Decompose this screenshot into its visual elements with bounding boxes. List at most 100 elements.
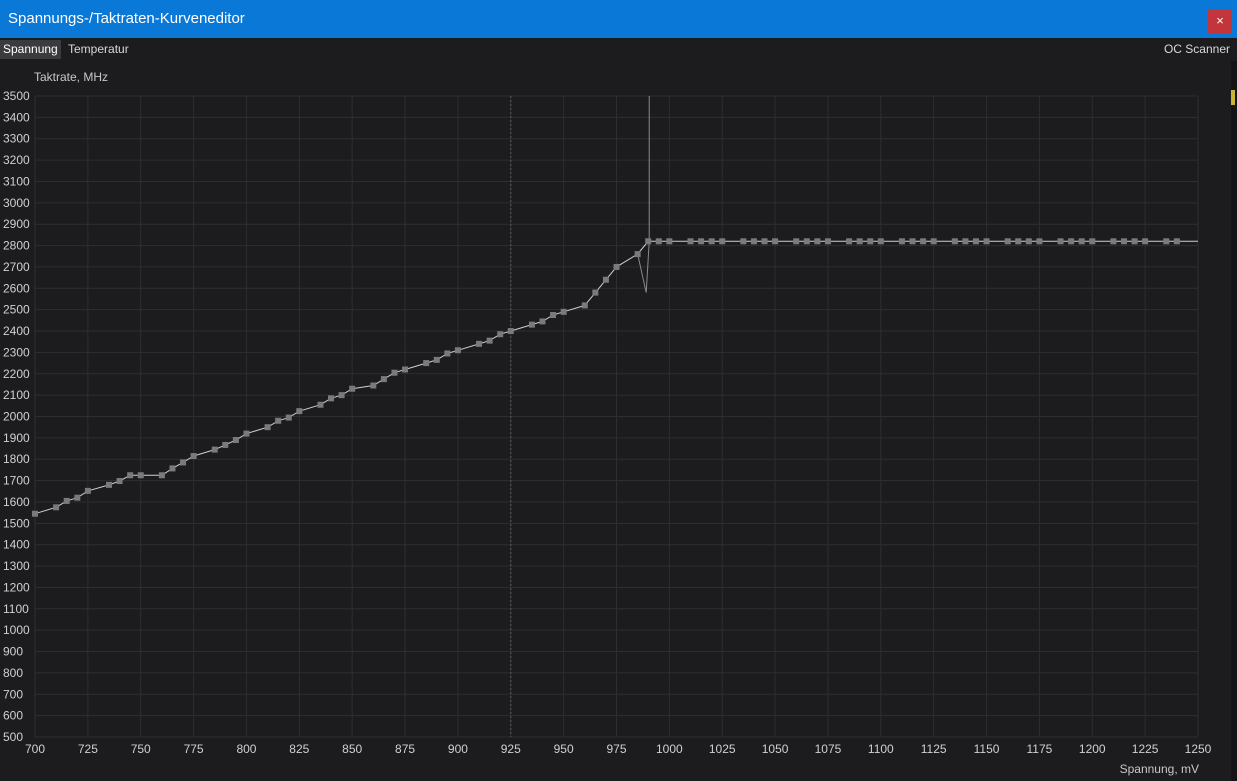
x-tick-label: 925 (501, 742, 521, 756)
curve-point (708, 238, 715, 245)
curve-point (824, 238, 831, 245)
curve-point (180, 459, 187, 466)
curve-point (803, 238, 810, 245)
curve-point (391, 369, 398, 376)
curve-point (454, 347, 461, 354)
y-tick-labels: 500 600 700 800 900 1000 1100 1200 1300 1400 1500 1… (3, 89, 30, 744)
y-tick-label: 1800 (3, 452, 30, 466)
x-tick-label: 800 (236, 742, 256, 756)
y-tick-label: 700 (3, 687, 23, 701)
curve-point (169, 465, 176, 472)
curve-point (1173, 238, 1180, 245)
curve-point (920, 238, 927, 245)
curve-point (951, 238, 958, 245)
curve-point (74, 494, 81, 501)
curve-point (264, 424, 271, 431)
x-tick-label: 825 (289, 742, 309, 756)
y-tick-label: 3200 (3, 153, 30, 167)
curve-point (32, 510, 38, 517)
y-tick-label: 1400 (3, 538, 30, 552)
curve-point (296, 408, 303, 415)
curve-point (750, 238, 757, 245)
curve-point (645, 238, 652, 245)
y-tick-label: 3300 (3, 132, 30, 146)
curve-point (550, 312, 557, 319)
curve-point (634, 251, 641, 258)
curve-point (317, 401, 324, 408)
curve-point (602, 276, 609, 283)
curve-point (1110, 238, 1117, 245)
chart-grid (34, 95, 1199, 738)
curve-point (328, 395, 335, 402)
curve-point (1142, 238, 1149, 245)
y-tick-label: 3400 (3, 110, 30, 124)
curve-chart[interactable]: 500 600 700 800 900 1000 1100 1200 1300 1400 1500 1… (0, 0, 1237, 781)
curve-point (983, 238, 990, 245)
curve-point (1131, 238, 1138, 245)
curve-point (476, 340, 483, 347)
curve-point (423, 360, 430, 367)
y-tick-label: 2400 (3, 324, 30, 338)
x-tick-label: 950 (554, 742, 574, 756)
curve-point (740, 238, 747, 245)
y-tick-label: 1600 (3, 495, 30, 509)
curve-point (370, 382, 377, 389)
curve-point (1015, 238, 1022, 245)
curve-point (592, 289, 599, 296)
y-tick-label: 2300 (3, 345, 30, 359)
curve-point (84, 487, 91, 494)
x-tick-label: 1100 (868, 742, 894, 756)
curve-point (127, 472, 134, 479)
curve-point (666, 238, 673, 245)
curve-point (402, 366, 409, 373)
curve-point (53, 504, 60, 511)
x-tick-label: 1150 (974, 742, 1000, 756)
curve-point (581, 302, 588, 309)
curve-point (856, 238, 863, 245)
curve-point (613, 263, 620, 270)
y-tick-label: 3500 (3, 89, 30, 103)
curve-point (930, 238, 937, 245)
curve-point (655, 238, 662, 245)
y-tick-label: 2700 (3, 260, 30, 274)
y-tick-label: 1300 (3, 559, 30, 573)
curve-point (687, 238, 694, 245)
curve-point (106, 481, 113, 488)
curve-point (1025, 238, 1032, 245)
x-tick-label: 775 (184, 742, 204, 756)
curve-point (1089, 238, 1096, 245)
y-tick-label: 2000 (3, 410, 30, 424)
y-tick-label: 2100 (3, 388, 30, 402)
curve-point (486, 337, 493, 344)
curve-point (719, 238, 726, 245)
curve-point (772, 238, 779, 245)
curve-series (32, 96, 1198, 517)
curve-point (158, 472, 165, 479)
y-tick-label: 600 (3, 709, 23, 723)
x-tick-label: 1200 (1079, 742, 1106, 756)
curve-point (243, 430, 250, 437)
y-tick-label: 3000 (3, 196, 30, 210)
curve-point (877, 238, 884, 245)
curve-point (190, 453, 197, 460)
curve-point (275, 417, 282, 424)
curve-point (909, 238, 916, 245)
curve-point (972, 238, 979, 245)
curve-point (962, 238, 969, 245)
curve-point (814, 238, 821, 245)
y-tick-label: 900 (3, 645, 23, 659)
x-tick-label: 1050 (762, 742, 789, 756)
x-tick-label: 850 (342, 742, 362, 756)
curve-point (232, 437, 239, 444)
x-tick-label: 1125 (921, 742, 947, 756)
y-tick-label: 500 (3, 730, 23, 744)
curve-point (1078, 238, 1085, 245)
curve-point (63, 497, 70, 504)
curve-point (1163, 238, 1170, 245)
curve-point (116, 478, 123, 485)
y-tick-label: 2800 (3, 239, 30, 253)
curve-point (1120, 238, 1127, 245)
curve-point (338, 392, 345, 399)
curve-point (211, 446, 218, 453)
curve-point (285, 414, 292, 421)
